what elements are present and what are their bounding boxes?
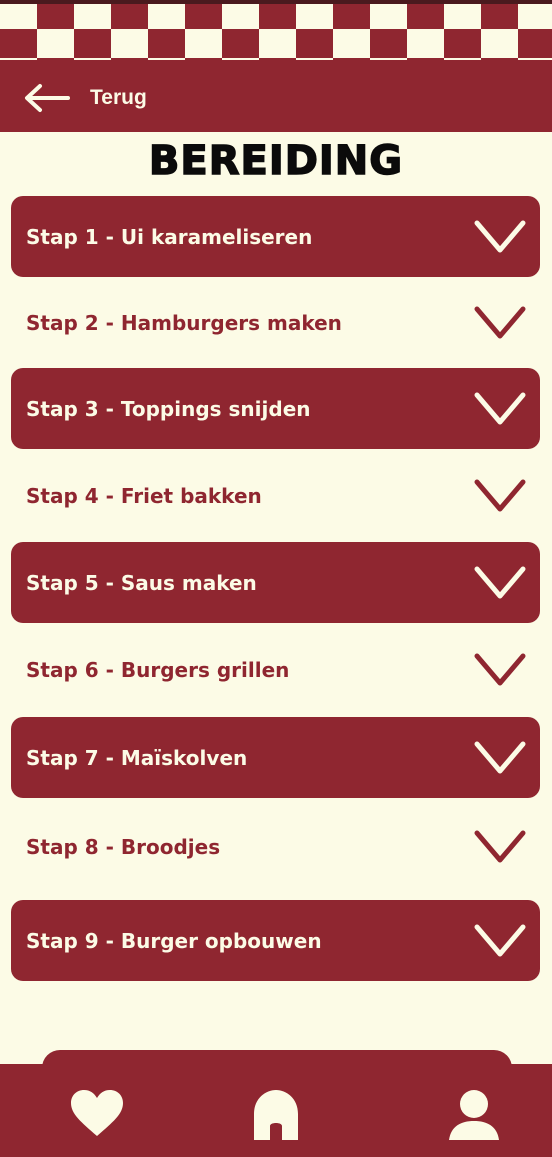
nav-account[interactable] (434, 1088, 514, 1157)
step-label: Stap 7 - Maïskolven (26, 745, 248, 770)
chevron-down-icon (474, 220, 526, 252)
step-4[interactable]: Stap 4 - Friet bakken (11, 455, 540, 536)
step-2[interactable]: Stap 2 - Hamburgers maken (11, 282, 540, 363)
step-label: Stap 8 - Broodjes (26, 834, 221, 859)
chevron-down-icon (474, 830, 526, 862)
page-title: BEREIDING (148, 137, 404, 185)
step-label: Stap 9 - Burger opbouwen (26, 928, 322, 953)
arrow-left-icon (25, 84, 70, 112)
step-7[interactable]: Stap 7 - Maïskolven (11, 717, 540, 798)
step-label: Stap 5 - Saus maken (26, 570, 257, 595)
chevron-down-icon (474, 924, 526, 956)
heart-icon (71, 1090, 123, 1136)
chevron-down-icon (474, 392, 526, 424)
back-label: Terug (90, 86, 147, 109)
step-label: Stap 1 - Ui karameliseren (26, 224, 313, 249)
user-icon (449, 1090, 499, 1140)
step-1[interactable]: Stap 1 - Ui karameliseren (11, 196, 540, 277)
step-label: Stap 2 - Hamburgers maken (26, 310, 342, 335)
checkerboard-banner (0, 0, 552, 62)
status-bar-line (0, 0, 552, 4)
step-8[interactable]: Stap 8 - Broodjes (11, 806, 540, 887)
step-3[interactable]: Stap 3 - Toppings snijden (11, 368, 540, 449)
chevron-down-icon (474, 741, 526, 773)
chevron-down-icon (474, 479, 526, 511)
step-9[interactable]: Stap 9 - Burger opbouwen (11, 900, 540, 981)
step-5[interactable]: Stap 5 - Saus maken (11, 542, 540, 623)
step-label: Stap 6 - Burgers grillen (26, 657, 290, 682)
nav-home[interactable] (236, 1088, 316, 1157)
back-button[interactable]: Terug (22, 76, 147, 120)
step-label: Stap 4 - Friet bakken (26, 483, 262, 508)
step-6[interactable]: Stap 6 - Burgers grillen (11, 629, 540, 710)
nav-favorites[interactable] (57, 1088, 137, 1157)
home-icon (254, 1090, 298, 1140)
step-label: Stap 3 - Toppings snijden (26, 396, 311, 421)
chevron-down-icon (474, 653, 526, 685)
chevron-down-icon (474, 306, 526, 338)
chevron-down-icon (474, 566, 526, 598)
